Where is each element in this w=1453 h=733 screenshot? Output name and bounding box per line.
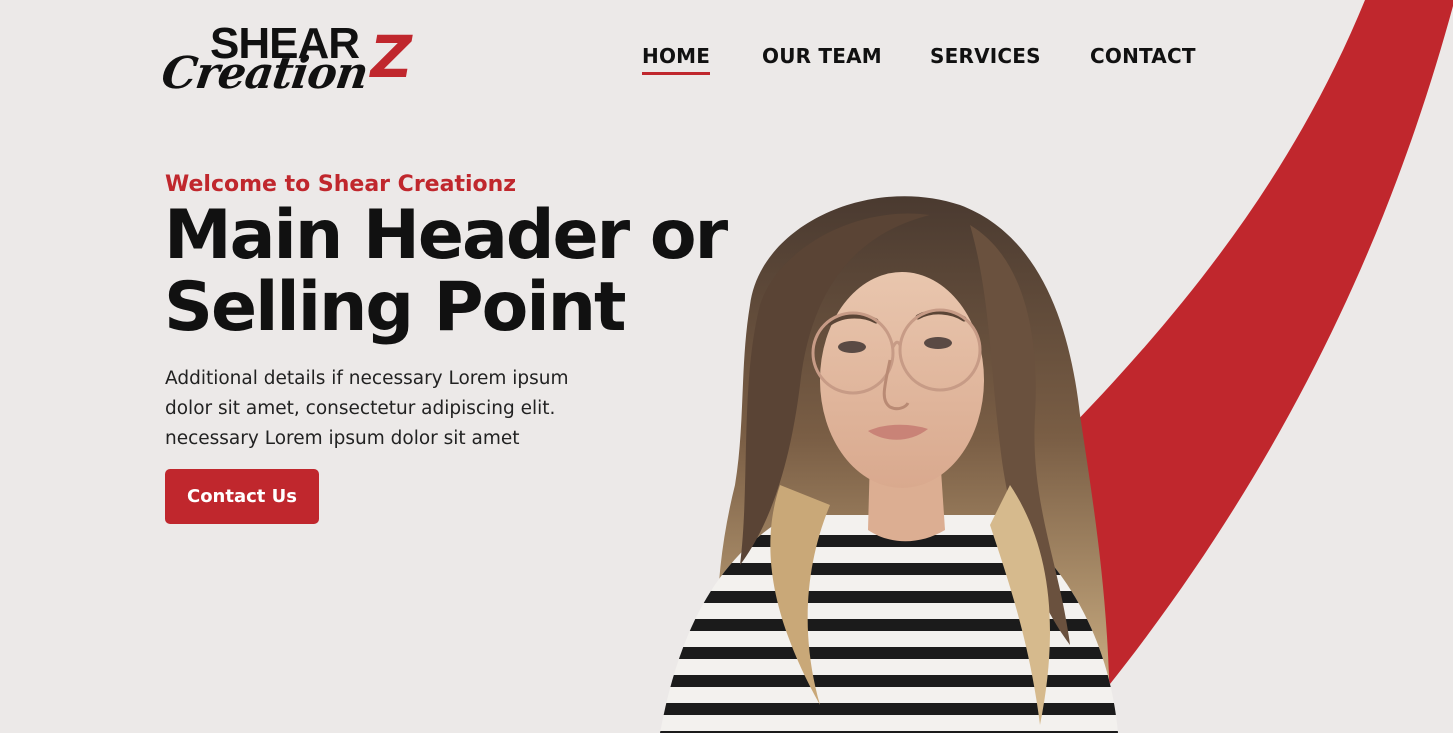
nav-item-home[interactable]: HOME: [642, 44, 711, 75]
nav-item-contact[interactable]: CONTACT: [1090, 44, 1196, 68]
logo-accent-z: Z: [364, 23, 419, 91]
nav-item-label: CONTACT: [1090, 44, 1196, 68]
landing-page: SHEAR Creation Z HOME OUR TEAM SERVICES …: [0, 0, 1453, 733]
hero-subtext: Additional details if necessary Lorem ip…: [165, 368, 569, 449]
nav-item-label: SERVICES: [930, 44, 1041, 68]
nav-item-our-team[interactable]: OUR TEAM: [762, 44, 882, 68]
hero-headline: Main Header or Selling Point: [164, 196, 728, 347]
nav-item-label: OUR TEAM: [762, 44, 882, 68]
logo-word-creation: Creation: [158, 48, 371, 99]
contact-us-button[interactable]: Contact Us: [165, 469, 319, 524]
brand-logo[interactable]: SHEAR Creation Z: [158, 22, 420, 106]
welcome-tagline: Welcome to Shear Creationz: [165, 172, 517, 197]
active-nav-underline: [642, 72, 711, 75]
nav-item-services[interactable]: SERVICES: [930, 44, 1041, 68]
nav-item-label: HOME: [642, 44, 711, 68]
